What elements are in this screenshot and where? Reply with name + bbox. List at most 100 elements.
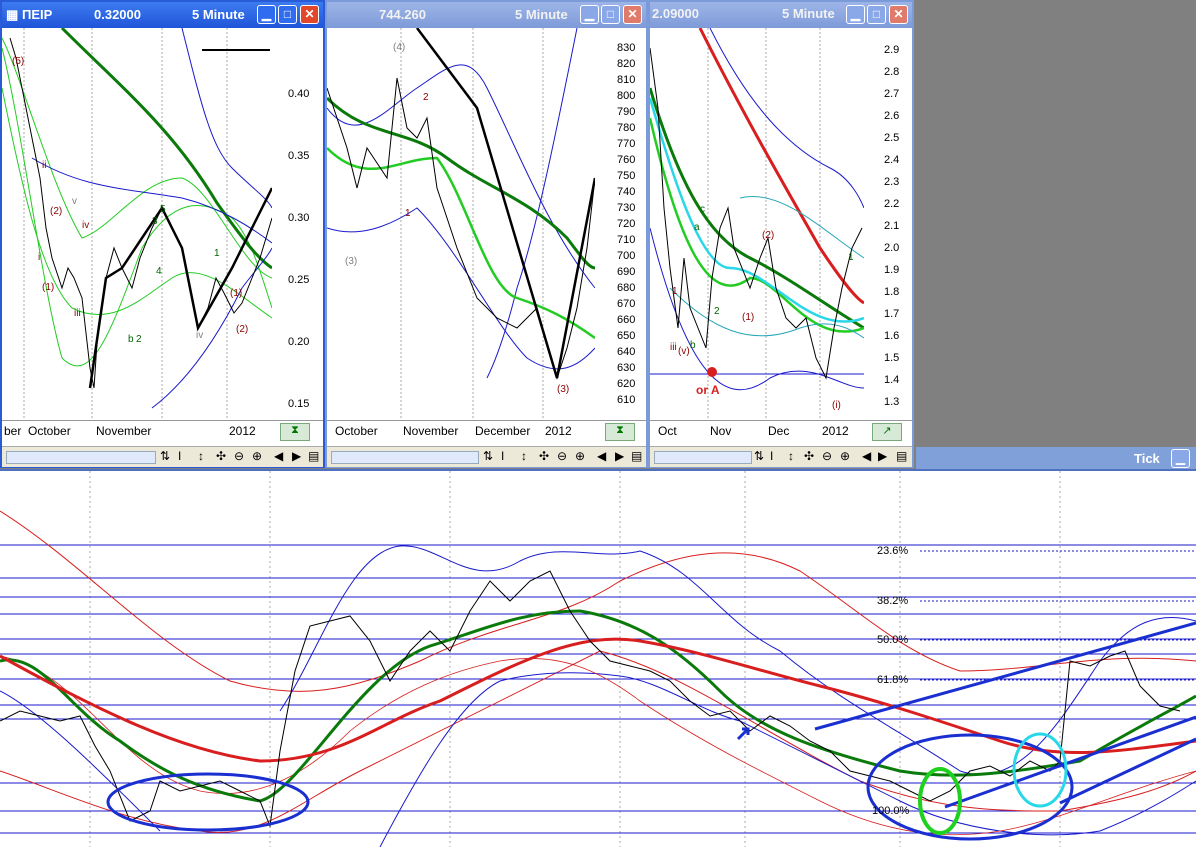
- refresh-icon[interactable]: ⇅: [754, 449, 764, 463]
- window-1-wave-line: [88, 187, 272, 389]
- x-label: December: [475, 424, 531, 438]
- window-3-bands: [650, 28, 864, 391]
- horizontal-scrollbar[interactable]: [331, 451, 479, 464]
- chart-type-icon[interactable]: ↗: [872, 423, 902, 441]
- move-icon[interactable]: ✣: [804, 449, 814, 463]
- symbol-icon: ▦: [6, 7, 19, 22]
- minimize-button[interactable]: ▁: [846, 5, 865, 24]
- y-tick: 2.4: [884, 154, 900, 166]
- window-1-symbol: ΠΕΙΡ: [22, 7, 53, 22]
- window-2-titlebar[interactable]: 744.260 5 Minute ▁ □ ✕: [327, 2, 646, 28]
- y-tick: 1.4: [884, 374, 900, 386]
- tick-grid-vertical: [89, 471, 1061, 847]
- tick-chart-plot[interactable]: [0, 471, 1196, 847]
- x-label: November: [96, 424, 152, 438]
- updown-icon[interactable]: ↕: [521, 449, 527, 463]
- cursor-icon[interactable]: I: [770, 449, 773, 463]
- svg-text:(2): (2): [50, 206, 62, 217]
- zoom-in-icon[interactable]: ⊕: [840, 449, 850, 463]
- y-tick: 670: [617, 298, 636, 310]
- zoom-out-icon[interactable]: ⊖: [234, 449, 244, 463]
- zoom-out-icon[interactable]: ⊖: [557, 449, 567, 463]
- horizontal-scrollbar[interactable]: [6, 451, 156, 464]
- refresh-icon[interactable]: ⇅: [160, 449, 170, 463]
- y-tick: 2.1: [884, 220, 900, 232]
- close-button[interactable]: ✕: [300, 5, 319, 24]
- move-icon[interactable]: ✣: [539, 449, 549, 463]
- hourglass-icon[interactable]: ⧗: [280, 423, 310, 441]
- y-tick: 2.8: [884, 66, 900, 78]
- y-tick: 0.15: [288, 398, 310, 410]
- prev-icon[interactable]: ◀: [862, 449, 871, 463]
- close-button[interactable]: ✕: [623, 5, 642, 24]
- y-tick: 730: [617, 202, 636, 214]
- y-tick: 790: [617, 106, 636, 118]
- window-1-titlebar[interactable]: ▦ ΠΕΙΡ 0.32000 5 Minute ▁ □ ✕: [2, 2, 323, 28]
- minimize-button[interactable]: ▁: [580, 5, 599, 24]
- window-3-titlebar[interactable]: 2.09000 5 Minute ▁ □ ✕: [650, 2, 912, 28]
- y-tick: 640: [617, 346, 636, 358]
- svg-text:3: 3: [152, 216, 158, 227]
- tick-channel: [814, 621, 1196, 809]
- maximize-button[interactable]: □: [601, 5, 620, 24]
- window-icon[interactable]: ▤: [308, 449, 319, 463]
- y-tick: 750: [617, 170, 636, 182]
- refresh-icon[interactable]: ⇅: [483, 449, 493, 463]
- window-1-price: 0.32000: [94, 7, 141, 22]
- minimize-button[interactable]: ▁: [257, 5, 276, 24]
- window-1-plot[interactable]: (5) ii (2) iv v i (1) iii b 2 3 4 5 1 (1…: [2, 28, 272, 418]
- svg-text:5: 5: [160, 204, 166, 215]
- horizontal-scrollbar[interactable]: [654, 451, 752, 464]
- prev-icon[interactable]: ◀: [274, 449, 283, 463]
- y-tick: 620: [617, 378, 636, 390]
- y-tick: 1.9: [884, 264, 900, 276]
- updown-icon[interactable]: ↕: [788, 449, 794, 463]
- y-tick: 0.40: [288, 88, 310, 100]
- y-tick: 1.3: [884, 396, 900, 408]
- x-label: Oct: [658, 424, 677, 438]
- x-label: Nov: [710, 424, 732, 438]
- svg-text:(4): (4): [393, 42, 405, 53]
- y-tick: 610: [617, 394, 636, 406]
- move-icon[interactable]: ✣: [216, 449, 226, 463]
- maximize-button[interactable]: □: [278, 5, 297, 24]
- svg-text:(5): (5): [12, 56, 24, 67]
- y-tick: 660: [617, 314, 636, 326]
- prev-icon[interactable]: ◀: [597, 449, 606, 463]
- next-icon[interactable]: ▶: [878, 449, 887, 463]
- next-icon[interactable]: ▶: [292, 449, 301, 463]
- tick-window-titlebar[interactable]: Tick ▁: [916, 447, 1196, 469]
- tick-chart-panel[interactable]: 23.6% 38.2% 50.0% 61.8% 100.0%: [0, 469, 1196, 847]
- svg-text:(v): (v): [678, 346, 690, 357]
- window-icon[interactable]: ▤: [631, 449, 642, 463]
- y-tick: 2.7: [884, 88, 900, 100]
- window-icon[interactable]: ▤: [896, 449, 907, 463]
- svg-text:(1): (1): [230, 288, 242, 299]
- window-3-toolbar: ⇅ I ↕ ✣ ⊖ ⊕ ◀ ▶ ▤: [650, 446, 912, 467]
- svg-text:b: b: [128, 334, 134, 345]
- zoom-out-icon[interactable]: ⊖: [822, 449, 832, 463]
- y-tick: 1.7: [884, 308, 900, 320]
- next-icon[interactable]: ▶: [615, 449, 624, 463]
- chart-window-2[interactable]: 744.260 5 Minute ▁ □ ✕ (4) 2 (3) 1 (3) /…: [325, 0, 648, 468]
- minimize-button[interactable]: ▁: [1171, 449, 1190, 468]
- svg-text:ii: ii: [42, 160, 46, 171]
- window-2-x-axis: October November December 2012 ⧗: [327, 420, 646, 445]
- close-button[interactable]: ✕: [889, 5, 908, 24]
- chart-window-3[interactable]: 2.09000 5 Minute ▁ □ ✕ c a (2) 1 2 (1) i…: [648, 0, 914, 468]
- zoom-in-icon[interactable]: ⊕: [575, 449, 585, 463]
- window-3-plot[interactable]: c a (2) 1 2 (1) iii (v) b or A (i) 1: [650, 28, 864, 418]
- hourglass-icon[interactable]: ⧗: [605, 423, 635, 441]
- window-2-grid: [400, 28, 544, 418]
- svg-text:1: 1: [405, 208, 411, 219]
- cursor-icon[interactable]: I: [501, 449, 504, 463]
- blue-ellipse-right: [866, 733, 1074, 841]
- window-2-plot[interactable]: (4) 2 (3) 1 (3): [327, 28, 595, 418]
- updown-icon[interactable]: ↕: [198, 449, 204, 463]
- chart-window-1[interactable]: ▦ ΠΕΙΡ 0.32000 5 Minute ▁ □ ✕ (5) ii (2)…: [0, 0, 325, 468]
- svg-text:2: 2: [136, 334, 142, 345]
- svg-text:a: a: [694, 222, 700, 233]
- maximize-button[interactable]: □: [867, 5, 886, 24]
- zoom-in-icon[interactable]: ⊕: [252, 449, 262, 463]
- cursor-icon[interactable]: I: [178, 449, 181, 463]
